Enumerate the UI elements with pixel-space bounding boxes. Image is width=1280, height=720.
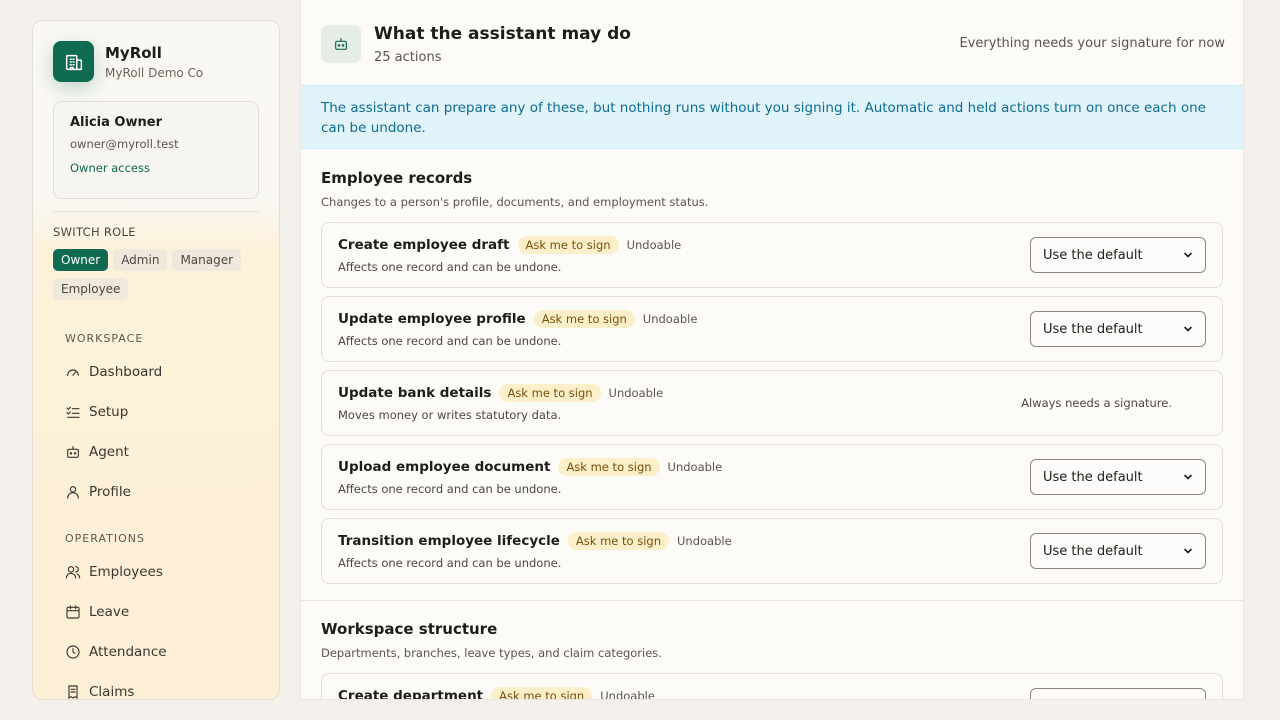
role-admin[interactable]: Admin (113, 249, 168, 271)
sidebar-divider (53, 211, 259, 212)
action-description: Moves money or writes statutory data. (338, 408, 562, 422)
action-row-transition-employee-lifecycle: Transition employee lifecycle Ask me to … (321, 518, 1223, 584)
page-title: What the assistant may do (374, 24, 631, 44)
policy-select-value: Use the default (1043, 247, 1143, 263)
page-header: What the assistant may do 25 actions Eve… (321, 24, 1225, 68)
action-row-create-department: Create department Ask me to sign Undoabl… (321, 673, 1223, 700)
sidebar-item-label: Profile (89, 484, 131, 500)
sidebar-item-label: Employees (89, 564, 163, 580)
brand-name: MyRoll (105, 43, 162, 62)
info-banner: The assistant can prepare any of these, … (301, 85, 1243, 149)
sidebar-item-label: Leave (89, 604, 130, 620)
building-icon (53, 41, 94, 82)
sidebar-item-dashboard[interactable]: Dashboard (65, 362, 162, 382)
role-owner[interactable]: Owner (53, 249, 109, 271)
sidebar-item-attendance[interactable]: Attendance (65, 642, 167, 662)
sidebar-item-label: Setup (89, 404, 129, 420)
clock-icon (66, 645, 80, 659)
brand-org: MyRoll Demo Co (105, 65, 204, 80)
sidebar-item-employees[interactable]: Employees (65, 562, 163, 582)
nav-section-workspace: WORKSPACE (65, 332, 144, 345)
action-row-update-bank-details: Update bank details Ask me to sign Undoa… (321, 370, 1223, 436)
action-title: Update employee profile (338, 311, 526, 327)
policy-select-value: Use the default (1043, 469, 1143, 485)
section-title: Employee records (321, 169, 473, 187)
robot-icon (67, 446, 79, 458)
action-title: Create employee draft (338, 237, 510, 253)
user-name: Alicia Owner (70, 115, 162, 130)
action-row-create-employee-draft: Create employee draft Ask me to sign Und… (321, 222, 1223, 288)
brand[interactable]: MyRoll MyRoll Demo Co (53, 41, 203, 82)
policy-select[interactable] (1030, 688, 1206, 699)
gauge-icon (67, 369, 79, 376)
policy-select[interactable]: Use the default (1030, 533, 1206, 569)
action-description: Affects one record and can be undone. (338, 260, 562, 274)
action-description: Affects one record and can be undone. (338, 556, 562, 570)
section-subtitle: Departments, branches, leave types, and … (321, 646, 662, 660)
header-note: Everything needs your signature for now (959, 36, 1225, 51)
user-card: Alicia Owner owner@myroll.test Owner acc… (53, 101, 259, 199)
policy-select-value: Use the default (1043, 321, 1143, 337)
sidebar-item-profile[interactable]: Profile (65, 482, 131, 502)
undoable-tag: Undoable (600, 689, 655, 700)
user-access: Owner access (70, 161, 150, 175)
sidebar-item-label: Attendance (89, 644, 167, 660)
sidebar-item-leave[interactable]: Leave (65, 602, 129, 622)
status-badge: Ask me to sign (558, 458, 660, 476)
person-icon (67, 486, 79, 499)
section-divider (301, 600, 1243, 601)
action-title: Create department (338, 688, 484, 700)
role-employee[interactable]: Employee (53, 278, 129, 300)
role-switcher: Owner Admin Manager Employee (53, 249, 253, 300)
section-subtitle: Changes to a person's profile, documents… (321, 195, 709, 209)
chevron-down-icon (1184, 548, 1192, 554)
policy-select[interactable]: Use the default (1030, 459, 1206, 495)
robot-icon (321, 25, 361, 63)
signature-note: Always needs a signature. (1021, 396, 1172, 410)
status-badge: Ask me to sign (499, 384, 601, 402)
undoable-tag: Undoable (626, 238, 682, 252)
role-manager[interactable]: Manager (172, 249, 242, 271)
action-title: Transition employee lifecycle (338, 533, 560, 549)
action-row-update-employee-profile: Update employee profile Ask me to sign U… (321, 296, 1223, 362)
policy-select[interactable]: Use the default (1030, 237, 1206, 273)
status-badge: Ask me to sign (533, 310, 635, 328)
undoable-tag: Undoable (608, 386, 664, 400)
sidebar-item-setup[interactable]: Setup (65, 402, 128, 422)
undoable-tag: Undoable (677, 534, 732, 548)
action-description: Affects one record and can be undone. (338, 482, 562, 496)
action-title: Update bank details (338, 385, 492, 401)
section-title: Workspace structure (321, 620, 498, 638)
sidebar-item-claims[interactable]: Claims (65, 682, 135, 700)
sidebar-item-label: Claims (89, 684, 135, 700)
main-panel: What the assistant may do 25 actions Eve… (300, 0, 1244, 700)
sidebar-item-agent[interactable]: Agent (65, 442, 129, 462)
action-row-upload-employee-document: Upload employee document Ask me to sign … (321, 444, 1223, 510)
sidebar-item-label: Dashboard (89, 364, 163, 380)
action-count: 25 actions (374, 50, 442, 65)
policy-select[interactable]: Use the default (1030, 311, 1206, 347)
nav-section-operations: OPERATIONS (65, 532, 145, 545)
status-badge: Ask me to sign (517, 236, 619, 254)
sidebar: MyRoll MyRoll Demo Co Alicia Owner owner… (32, 20, 280, 700)
action-description: Affects one record and can be undone. (338, 334, 562, 348)
switch-role-label: SWITCH ROLE (53, 225, 136, 239)
people-icon (65, 566, 81, 579)
checklist-icon (66, 406, 80, 418)
chevron-down-icon (1184, 326, 1192, 332)
status-badge: Ask me to sign (567, 532, 669, 550)
receipt-icon (68, 685, 78, 699)
chevron-down-icon (1184, 474, 1192, 480)
calendar-icon (66, 605, 80, 619)
undoable-tag: Undoable (667, 460, 723, 474)
policy-select-value: Use the default (1043, 543, 1143, 559)
user-email: owner@myroll.test (70, 137, 179, 151)
status-badge: Ask me to sign (491, 687, 593, 699)
undoable-tag: Undoable (642, 312, 698, 326)
chevron-down-icon (1184, 252, 1192, 258)
sidebar-item-label: Agent (89, 444, 129, 460)
action-title: Upload employee document (338, 459, 551, 475)
